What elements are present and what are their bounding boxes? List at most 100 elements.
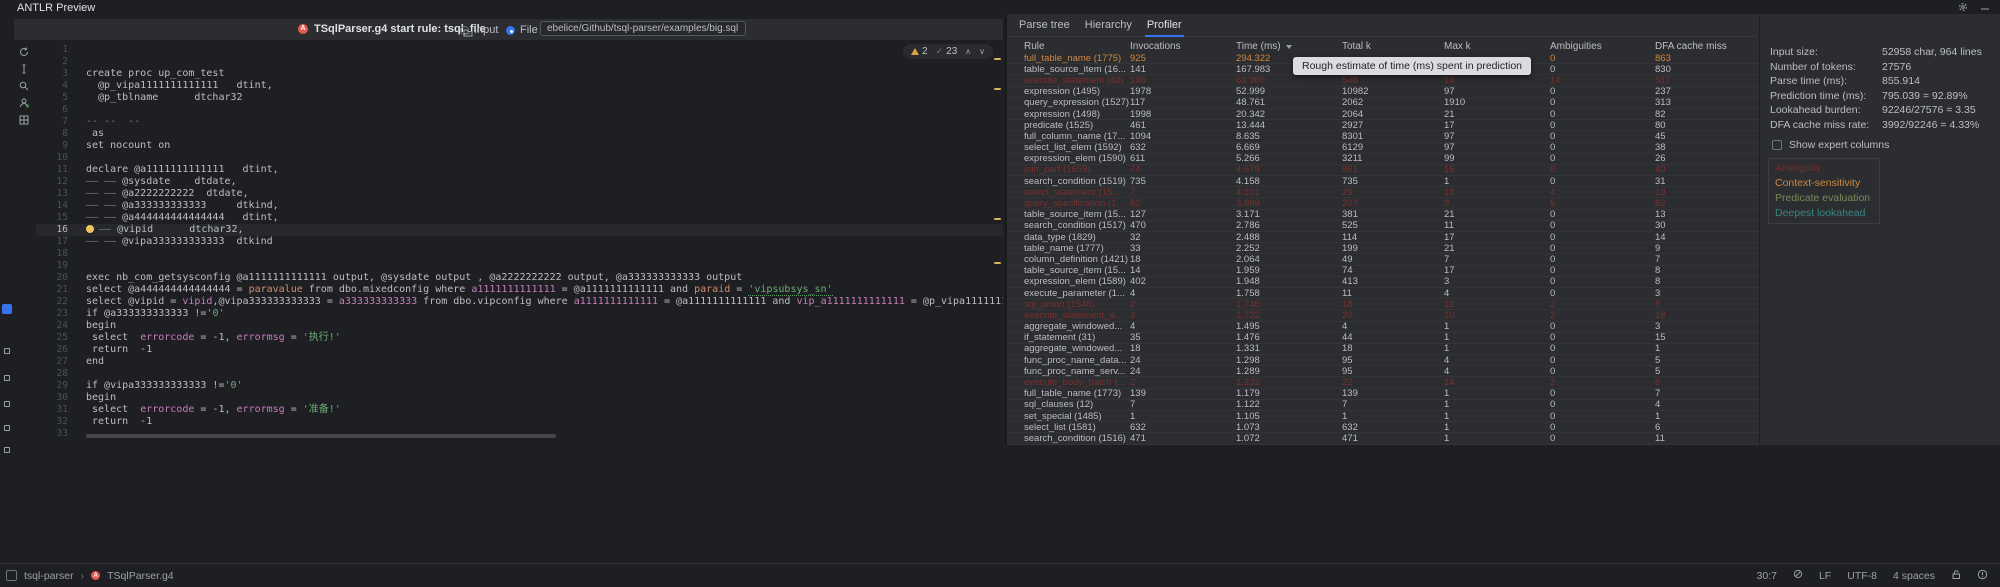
table-row[interactable]: select_list_elem (1592)6326.669612997038 [1007,143,1759,154]
table-row[interactable]: if_statement (31)351.476441015 [1007,333,1759,344]
highlighting-level-icon[interactable] [1793,569,1803,582]
table-row[interactable]: sql_union (1546)21.746181228 [1007,299,1759,310]
error-stripe-mark[interactable] [994,218,1001,220]
table-row[interactable]: expression (1498)199820.342206421082 [1007,109,1759,120]
col-invocations[interactable]: Invocations [1130,40,1236,53]
project-icon[interactable] [6,570,17,581]
ok-count[interactable]: ✓ 23 [936,46,958,57]
table-row[interactable]: table_source_item (15...1273.17138121013 [1007,210,1759,221]
error-stripe-mark[interactable] [994,262,1001,264]
table-row[interactable]: select_statement (15...74.1012918419 [1007,187,1759,198]
lock-icon[interactable] [1951,569,1961,583]
code-text[interactable]: —— —— @a2222222222 dtdate, [86,188,249,200]
hide-tool-window-icon[interactable] [1980,2,1990,12]
col-max-k[interactable]: Max k [1444,40,1550,53]
code-text[interactable]: select @a444444444444444 = paravalue fro… [86,284,833,296]
code-text[interactable]: select errorcode = -1, errormsg = '执行!' [86,332,341,344]
gear-icon[interactable] [1958,2,1968,12]
project-name[interactable]: tsql-parser [24,570,74,582]
code-text[interactable]: select errorcode = -1, errormsg = '准备!' [86,404,341,416]
code-text[interactable]: create proc up_com_test [86,68,224,80]
table-row[interactable]: aggregate_windowed...41.4954103 [1007,322,1759,333]
show-expert-columns-checkbox[interactable]: Show expert columns [1772,139,1889,151]
tab-hierarchy[interactable]: Hierarchy [1085,14,1132,36]
col-rule[interactable]: Rule [1024,40,1130,53]
table-row[interactable]: predicate (1525)46113.444292717080 [1007,120,1759,131]
notifications-icon[interactable] [1977,569,1988,583]
code-text[interactable]: -- -- -- [86,116,140,128]
code-text[interactable]: —— —— @a333333333333 dtkind, [86,200,279,212]
col-total-k[interactable]: Total k [1342,40,1444,53]
code-text[interactable]: —— —— @sysdate dtdate, [86,176,237,188]
table-row[interactable]: expression (1495)197852.99910982970237 [1007,87,1759,98]
table-row[interactable]: func_proc_name_serv...241.28995405 [1007,366,1759,377]
tool-stripe-icon[interactable] [2,346,12,356]
file-path-field[interactable]: ebelice/Github/tsql-parser/examples/big.… [540,21,746,36]
table-row[interactable]: query_expression (1527)11748.76120621910… [1007,98,1759,109]
table-row[interactable]: select_list (1581)6321.073632106 [1007,422,1759,433]
next-issue-icon[interactable]: ∨ [979,48,985,56]
table-row[interactable]: data_type (1829)322.48811417014 [1007,232,1759,243]
table-row[interactable]: search_condition (1517)4702.78652511030 [1007,221,1759,232]
tool-stripe-icon[interactable] [2,399,12,409]
table-row[interactable]: query_specification (1...823.8992079662 [1007,198,1759,209]
tab-parse-tree[interactable]: Parse tree [1019,14,1070,36]
code-text[interactable]: begin [86,320,116,332]
table-row[interactable]: table_source_item (15...141.959741708 [1007,266,1759,277]
tool-stripe-icon[interactable] [2,423,12,433]
caret-position[interactable]: 30:7 [1757,570,1777,582]
col-time[interactable]: Time (ms) [1236,40,1342,53]
code-text[interactable]: if @a333333333333 !='0' [86,308,224,320]
tool-stripe-icon[interactable] [2,445,12,455]
table-row[interactable]: search_condition (1516)4711.0724711011 [1007,433,1759,444]
code-text[interactable]: set nocount on [86,140,170,152]
tab-profiler[interactable]: Profiler [1147,14,1182,36]
table-row[interactable]: expression_elem (1589)4021.948413308 [1007,277,1759,288]
scrollbar-thumb[interactable] [86,434,556,438]
table-row[interactable]: sql_clauses (12)71.1227104 [1007,400,1759,411]
code-text[interactable]: as [86,128,104,140]
file-radio[interactable]: File [506,24,538,36]
code-text[interactable]: —— —— @vipa333333333333 dtkind [86,236,273,248]
indent-setting[interactable]: 4 spaces [1893,570,1935,582]
text-cursor-icon[interactable] [16,61,32,77]
table-row[interactable]: column_definition (1421)182.06449707 [1007,254,1759,265]
encoding[interactable]: UTF-8 [1847,570,1877,582]
table-row[interactable]: full_table_name (1773)1391.179139107 [1007,389,1759,400]
search-icon[interactable] [16,78,32,94]
code-text[interactable]: begin [86,392,116,404]
profiler-icon[interactable] [16,95,32,111]
table-row[interactable]: search_condition (1519)7354.1587351031 [1007,176,1759,187]
tool-stripe-icon[interactable] [2,373,12,383]
error-stripe-mark[interactable] [994,88,1001,90]
col-dfa-cache-miss[interactable]: DFA cache miss [1655,40,1759,53]
col-ambiguities[interactable]: Ambiguities [1550,40,1655,53]
code-text[interactable]: declare @a1111111111111 dtint, [86,164,279,176]
code-text[interactable]: @p_vipa1111111111111 dtint, [86,80,273,92]
code-text[interactable]: @p_tblname dtchar32 [86,92,243,104]
table-row[interactable]: aggregate_windowed...181.33118101 [1007,344,1759,355]
intention-bulb-icon[interactable] [86,225,94,233]
table-row[interactable]: execute_statement_a...31.7322010218 [1007,310,1759,321]
table-row[interactable]: table_name (1777)332.2521992109 [1007,243,1759,254]
refresh-icon[interactable] [16,44,32,60]
code-text[interactable]: return -1 [86,416,152,428]
antlr-preview-stripe-icon[interactable] [2,304,12,314]
code-text[interactable]: —— @vipid dtchar32, [86,224,244,236]
grid-icon[interactable] [16,112,32,128]
table-row[interactable]: expression_elem (1590)6115.266321199026 [1007,154,1759,165]
horizontal-scrollbar[interactable] [86,434,986,438]
code-text[interactable]: if @vipa333333333333 !='0' [86,380,243,392]
table-row[interactable]: join_part (1659)744.67996116840 [1007,165,1759,176]
code-text[interactable]: select @vipid = vipid,@vipa333333333333 … [86,296,1003,308]
error-stripe-mark[interactable] [994,58,1001,60]
table-row[interactable]: set_special (1485)11.1051101 [1007,411,1759,422]
prev-issue-icon[interactable]: ∧ [965,48,971,56]
profiler-table[interactable]: full_table_name (1775)925294.3220863tabl… [1007,53,1759,445]
table-row[interactable]: func_proc_name_data...241.29895405 [1007,355,1759,366]
table-row[interactable]: execute_statement (42)14663.960548141451… [1007,75,1759,86]
table-row[interactable]: full_column_name (17...10948.63583019704… [1007,131,1759,142]
code-text[interactable]: end [86,356,104,368]
table-row[interactable]: execute_body_batch (...21.232221426 [1007,377,1759,388]
code-text[interactable]: —— —— @a444444444444444 dtint, [86,212,279,224]
